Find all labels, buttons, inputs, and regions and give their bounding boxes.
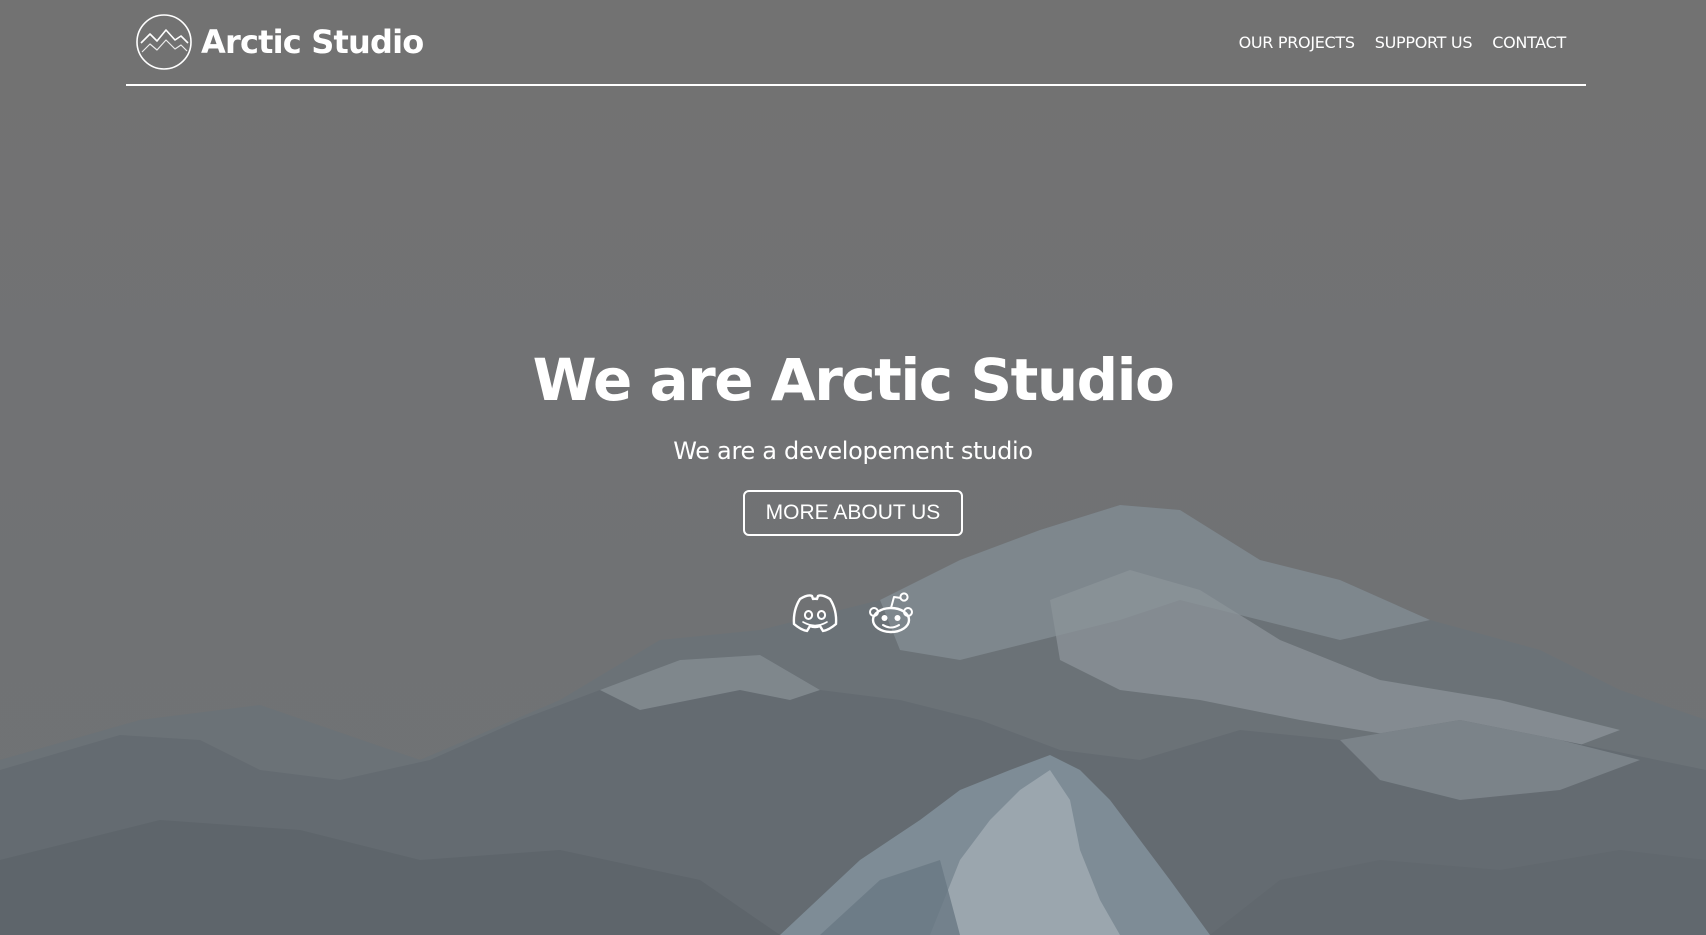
- more-about-us-button[interactable]: MORE ABOUT US: [743, 490, 963, 536]
- page: Arctic Studio OUR PROJECTS SUPPORT US CO…: [0, 0, 1706, 935]
- reddit-link[interactable]: [866, 591, 916, 635]
- brand-link[interactable]: Arctic Studio: [135, 13, 424, 71]
- top-navbar: Arctic Studio OUR PROJECTS SUPPORT US CO…: [126, 0, 1586, 86]
- discord-link[interactable]: [790, 591, 840, 635]
- nav-contact[interactable]: CONTACT: [1492, 33, 1566, 53]
- reddit-icon: [869, 592, 913, 634]
- main-nav: OUR PROJECTS SUPPORT US CONTACT: [1239, 33, 1567, 53]
- hero-subtitle: We are a developement studio: [673, 437, 1033, 465]
- hero-section: We are Arctic Studio We are a developeme…: [0, 340, 1706, 536]
- nav-our-projects[interactable]: OUR PROJECTS: [1239, 33, 1356, 53]
- hero-title: We are Arctic Studio: [532, 346, 1175, 414]
- mountain-circle-logo-icon: [136, 14, 192, 70]
- discord-icon: [792, 594, 838, 633]
- nav-support-us[interactable]: SUPPORT US: [1375, 33, 1473, 53]
- social-links: [0, 591, 1706, 635]
- brand-name: Arctic Studio: [201, 23, 424, 61]
